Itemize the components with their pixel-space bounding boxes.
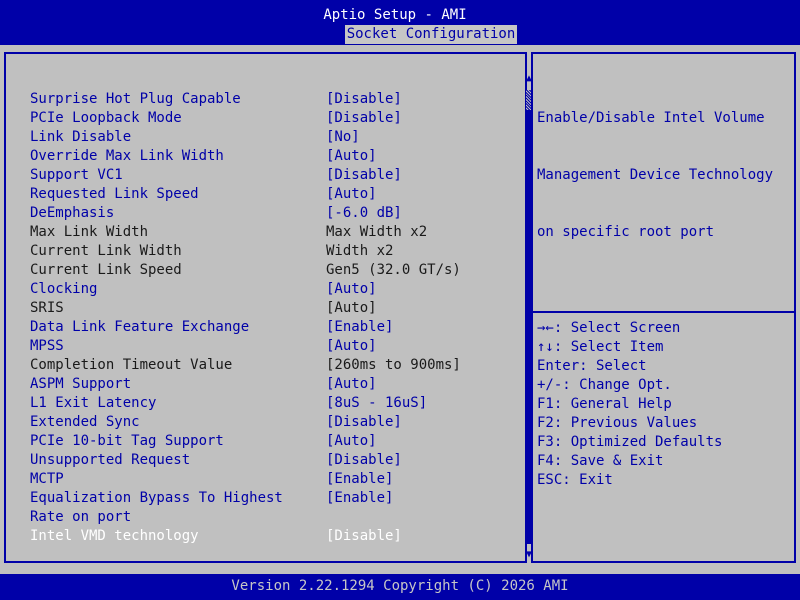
setting-value[interactable]: [Auto]: [326, 337, 377, 356]
setting-row: SRIS [Auto]: [6, 299, 506, 318]
setting-row[interactable]: PCIe Loopback Mode [Disable]: [6, 109, 506, 128]
setting-row: Max Link Width Max Width x2: [6, 223, 506, 242]
setting-label[interactable]: MCTP: [30, 470, 64, 489]
setting-row[interactable]: MCTP [Enable]: [6, 470, 506, 489]
setting-value[interactable]: [8uS - 16uS]: [326, 394, 427, 413]
setting-label[interactable]: Support VC1: [30, 166, 123, 185]
setting-row[interactable]: Clocking [Auto]: [6, 280, 506, 299]
setting-value[interactable]: [Auto]: [326, 375, 377, 394]
setting-row[interactable]: Link Disable [No]: [6, 128, 506, 147]
help-pane: Enable/Disable Intel Volume Management D…: [531, 52, 796, 563]
footer-bar: Version 2.22.1294 Copyright (C) 2026 AMI: [0, 574, 800, 600]
settings-pane: Surprise Hot Plug Capable [Disable] PCIe L…: [4, 52, 532, 563]
setting-label[interactable]: Intel VMD technology: [30, 527, 199, 546]
setting-label[interactable]: MPSS: [30, 337, 64, 356]
setting-value[interactable]: [Enable]: [326, 470, 393, 489]
setting-value: Width x2: [326, 243, 394, 259]
setting-label[interactable]: Extended Sync: [30, 413, 140, 432]
setting-value: Gen5 (32.0 GT/s): [326, 262, 461, 278]
setting-label[interactable]: Equalization Bypass To Highest: [30, 489, 283, 508]
setting-row[interactable]: Requested Link Speed [Auto]: [6, 185, 506, 204]
setting-label[interactable]: Clocking: [30, 280, 97, 299]
setting-label[interactable]: Data Link Feature Exchange: [30, 318, 249, 337]
setting-row: Current Link Speed Gen5 (32.0 GT/s): [6, 261, 506, 280]
hint-exit: ESC: Exit: [537, 472, 613, 488]
setting-value[interactable]: [Disable]: [326, 527, 402, 546]
setting-label[interactable]: ASPM Support: [30, 375, 131, 394]
setting-row[interactable]: Surprise Hot Plug Capable [Disable]: [6, 90, 506, 109]
setting-row: Current Link Width Width x2: [6, 242, 506, 261]
main-area: Surprise Hot Plug Capable [Disable] PCIe L…: [0, 45, 800, 574]
setting-label: Current Link Speed: [30, 262, 182, 278]
setting-value[interactable]: [Disable]: [326, 451, 402, 470]
setting-value[interactable]: [Auto]: [326, 432, 377, 451]
hint-save-exit: F4: Save & Exit: [537, 453, 664, 469]
hint-optimized-defaults: F3: Optimized Defaults: [537, 434, 723, 450]
setting-label[interactable]: Rate on port: [30, 508, 131, 527]
setting-row[interactable]: Equalization Bypass To Highest [Enable]: [6, 489, 506, 508]
setting-value[interactable]: [Enable]: [326, 318, 393, 337]
setting-label[interactable]: PCIe 10-bit Tag Support: [30, 432, 224, 451]
setting-value: Max Width x2: [326, 224, 428, 240]
setting-value[interactable]: [-6.0 dB]: [326, 204, 402, 223]
hint-change-option: +/-: Change Opt.: [537, 377, 672, 393]
hint-select-item: ↑↓: Select Item: [537, 339, 664, 355]
setting-label: Completion Timeout Value: [30, 357, 233, 373]
setting-row[interactable]: Rate on port: [6, 508, 506, 527]
setting-row[interactable]: L1 Exit Latency [8uS - 16uS]: [6, 394, 506, 413]
setting-row[interactable]: PCIe 10-bit Tag Support [Auto]: [6, 432, 506, 451]
setting-value[interactable]: [Auto]: [326, 280, 377, 299]
setting-label[interactable]: L1 Exit Latency: [30, 394, 156, 413]
title-bar: Aptio Setup - AMI Socket Configuration: [0, 0, 800, 45]
setting-label: SRIS: [30, 300, 64, 316]
help-line: Enable/Disable Intel Volume: [537, 110, 765, 126]
setting-label[interactable]: Unsupported Request: [30, 451, 190, 470]
setting-value: [Auto]: [326, 300, 377, 316]
setting-row[interactable]: Unsupported Request [Disable]: [6, 451, 506, 470]
setting-row[interactable]: Support VC1 [Disable]: [6, 166, 506, 185]
setting-label[interactable]: Override Max Link Width: [30, 147, 224, 166]
setting-label[interactable]: PCIe Loopback Mode: [30, 109, 182, 128]
setting-row: Completion Timeout Value [260ms to 900ms]: [6, 356, 506, 375]
copyright-text: Version 2.22.1294 Copyright (C) 2026 AMI: [231, 578, 569, 594]
hint-enter-select: Enter: Select: [537, 358, 647, 374]
help-divider: [533, 311, 794, 313]
setting-row[interactable]: ASPM Support [Auto]: [6, 375, 506, 394]
hint-select-screen: →←: Select Screen: [537, 320, 681, 336]
setting-label[interactable]: Surprise Hot Plug Capable: [30, 90, 241, 109]
app-title: Aptio Setup - AMI: [323, 7, 467, 23]
help-line: on specific root port: [537, 224, 715, 240]
setting-value[interactable]: [Disable]: [326, 90, 402, 109]
hint-general-help: F1: General Help: [537, 396, 672, 412]
help-line: Management Device Technology: [537, 167, 774, 183]
tab-socket-configuration[interactable]: Socket Configuration: [345, 25, 517, 44]
setting-value[interactable]: [No]: [326, 128, 360, 147]
setting-value[interactable]: [Disable]: [326, 413, 402, 432]
setting-row[interactable]: MPSS [Auto]: [6, 337, 506, 356]
setting-value: [260ms to 900ms]: [326, 357, 461, 373]
hint-previous-values: F2: Previous Values: [537, 415, 698, 431]
setting-value[interactable]: [Disable]: [326, 109, 402, 128]
setting-value[interactable]: [Disable]: [326, 166, 402, 185]
setting-label[interactable]: Requested Link Speed: [30, 185, 199, 204]
setting-row[interactable]: Extended Sync [Disable]: [6, 413, 506, 432]
setting-row[interactable]: Data Link Feature Exchange [Enable]: [6, 318, 506, 337]
setting-row[interactable]: Intel VMD technology [Disable]: [6, 527, 506, 546]
setting-label[interactable]: Link Disable: [30, 128, 131, 147]
help-description: Enable/Disable Intel Volume Management D…: [537, 71, 773, 280]
setting-value[interactable]: [Enable]: [326, 489, 393, 508]
setting-value[interactable]: [Auto]: [326, 147, 377, 166]
setting-row[interactable]: DeEmphasis [-6.0 dB]: [6, 204, 506, 223]
setting-label: Current Link Width: [30, 243, 182, 259]
setting-label[interactable]: DeEmphasis: [30, 204, 114, 223]
setting-value[interactable]: [Auto]: [326, 185, 377, 204]
setting-row[interactable]: Override Max Link Width [Auto]: [6, 147, 506, 166]
setting-label: Max Link Width: [30, 224, 149, 240]
